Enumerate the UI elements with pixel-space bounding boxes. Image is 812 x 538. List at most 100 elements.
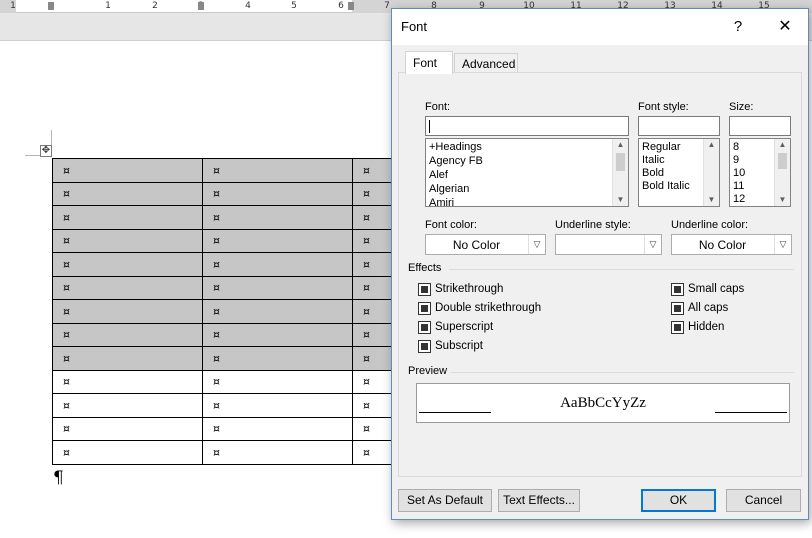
dialog-titlebar[interactable]: Font ? ✕ [392,9,808,45]
text-effects-button[interactable]: Text Effects... [498,489,580,512]
font-style-input[interactable] [638,116,720,136]
table-move-handle-icon[interactable]: ✥ [40,145,52,157]
font-list-item[interactable]: Alef [429,169,448,182]
font-list-item[interactable]: +Headings [429,141,482,154]
checkbox-label[interactable]: Small caps [688,283,744,295]
font-style-item[interactable]: Bold Italic [642,180,690,193]
table-cell[interactable]: ¤ [202,205,353,230]
table-row[interactable]: ¤ ¤ ¤ [52,416,413,441]
table-cell[interactable]: ¤ [52,369,203,394]
font-size-item[interactable]: 10 [733,167,745,180]
checkbox-label[interactable]: Strikethrough [435,283,503,295]
table-row[interactable]: ¤ ¤ ¤ [52,228,413,253]
table-cell[interactable]: ¤ [52,181,203,206]
scroll-down-icon[interactable]: ▼ [613,194,628,206]
table-cell[interactable]: ¤ [202,322,353,347]
table-cell[interactable]: ¤ [52,205,203,230]
scroll-up-icon[interactable]: ▲ [704,139,719,151]
font-list-item[interactable]: Agency FB [429,155,483,168]
document-table[interactable]: ¤ ¤ ¤ ¤ ¤ ¤ ¤ ¤ ¤ ¤ ¤ ¤ ¤ ¤ ¤ ¤ ¤ ¤ ¤ ¤ ¤ ¤ ¤ ¤ ¤ ¤ ¤ ¤ ¤ ¤ ¤ ¤ ¤ ¤ ¤ ¤ ¤ ¤ ¤ [52,158,413,465]
font-size-list[interactable]: 8 9 10 11 12 ▲ ▼ [729,138,791,207]
scroll-thumb[interactable] [616,153,625,171]
checkbox-label[interactable]: All caps [688,302,728,314]
table-cell[interactable]: ¤ [202,416,353,441]
tab-font[interactable]: Font [405,51,453,74]
checkbox-label[interactable]: Double strikethrough [435,302,541,314]
underline-style-dropdown[interactable]: ▽ [555,234,662,255]
font-size-item[interactable]: 11 [733,180,744,193]
cancel-button[interactable]: Cancel [726,489,801,512]
ruler-column-marker[interactable] [348,2,354,10]
underline-color-dropdown[interactable]: No Color ▽ [671,234,792,255]
scroll-up-icon[interactable]: ▲ [613,139,628,151]
font-name-input[interactable] [425,116,629,136]
font-list-scrollbar[interactable]: ▲ ▼ [612,139,628,206]
table-row[interactable]: ¤ ¤ ¤ [52,322,413,347]
table-row[interactable]: ¤ ¤ ¤ [52,158,413,183]
chevron-down-icon[interactable]: ▽ [528,235,545,254]
font-size-input[interactable] [729,116,791,136]
table-cell[interactable]: ¤ [52,252,203,277]
font-size-item[interactable]: 12 [733,193,745,206]
font-size-item[interactable]: 8 [733,141,739,154]
scroll-down-icon[interactable]: ▼ [704,194,719,206]
table-cell[interactable]: ¤ [52,275,203,300]
table-cell[interactable]: ¤ [202,275,353,300]
checkbox-box[interactable] [418,283,431,296]
checkbox-box[interactable] [418,340,431,353]
font-style-scrollbar[interactable]: ▲ ▼ [703,139,719,206]
table-cell[interactable]: ¤ [52,393,203,418]
table-cell[interactable]: ¤ [52,346,203,371]
table-row[interactable]: ¤ ¤ ¤ [52,346,413,371]
scroll-up-icon[interactable]: ▲ [775,139,790,151]
table-row[interactable]: ¤ ¤ ¤ [52,275,413,300]
checkbox-label[interactable]: Subscript [435,340,483,352]
table-row[interactable]: ¤ ¤ ¤ [52,205,413,230]
ruler-indent-marker[interactable] [48,2,54,10]
help-button[interactable]: ? [725,15,751,39]
table-cell[interactable]: ¤ [202,228,353,253]
checkbox-label[interactable]: Hidden [688,321,724,333]
font-color-dropdown[interactable]: No Color ▽ [425,234,546,255]
font-list[interactable]: +Headings Agency FB Alef Algerian Amiri … [425,138,629,207]
table-row[interactable]: ¤ ¤ ¤ [52,440,413,465]
table-cell[interactable]: ¤ [202,440,353,465]
table-cell[interactable]: ¤ [52,228,203,253]
table-cell[interactable]: ¤ [52,299,203,324]
table-cell[interactable]: ¤ [202,252,353,277]
ruler-column-marker[interactable] [198,2,204,10]
checkbox-label[interactable]: Superscript [435,321,493,333]
table-cell[interactable]: ¤ [202,299,353,324]
table-row[interactable]: ¤ ¤ ¤ [52,393,413,418]
table-cell[interactable]: ¤ [202,181,353,206]
checkbox-box[interactable] [671,302,684,315]
table-cell[interactable]: ¤ [52,158,203,183]
table-cell[interactable]: ¤ [202,369,353,394]
table-row[interactable]: ¤ ¤ ¤ [52,252,413,277]
checkbox-box[interactable] [671,321,684,334]
set-as-default-button[interactable]: Set As Default [398,489,492,512]
font-size-scrollbar[interactable]: ▲ ▼ [774,139,790,206]
font-size-item[interactable]: 9 [733,154,739,167]
table-cell[interactable]: ¤ [52,440,203,465]
ok-button[interactable]: OK [641,489,716,512]
table-cell[interactable]: ¤ [202,158,353,183]
chevron-down-icon[interactable]: ▽ [644,235,661,254]
checkbox-box[interactable] [418,321,431,334]
table-row[interactable]: ¤ ¤ ¤ [52,369,413,394]
checkbox-box[interactable] [671,283,684,296]
table-cell[interactable]: ¤ [202,346,353,371]
scroll-down-icon[interactable]: ▼ [775,194,790,206]
table-row[interactable]: ¤ ¤ ¤ [52,181,413,206]
scroll-thumb[interactable] [778,153,787,169]
table-cell[interactable]: ¤ [52,322,203,347]
font-style-item[interactable]: Bold [642,167,664,180]
checkbox-box[interactable] [418,302,431,315]
font-style-list[interactable]: Regular Italic Bold Bold Italic ▲ ▼ [638,138,720,207]
tab-advanced[interactable]: Advanced [454,53,518,73]
table-cell[interactable]: ¤ [52,416,203,441]
font-style-item[interactable]: Italic [642,154,665,167]
font-list-item[interactable]: Algerian [429,183,469,196]
font-style-item[interactable]: Regular [642,141,681,154]
font-list-item[interactable]: Amiri [429,197,454,206]
